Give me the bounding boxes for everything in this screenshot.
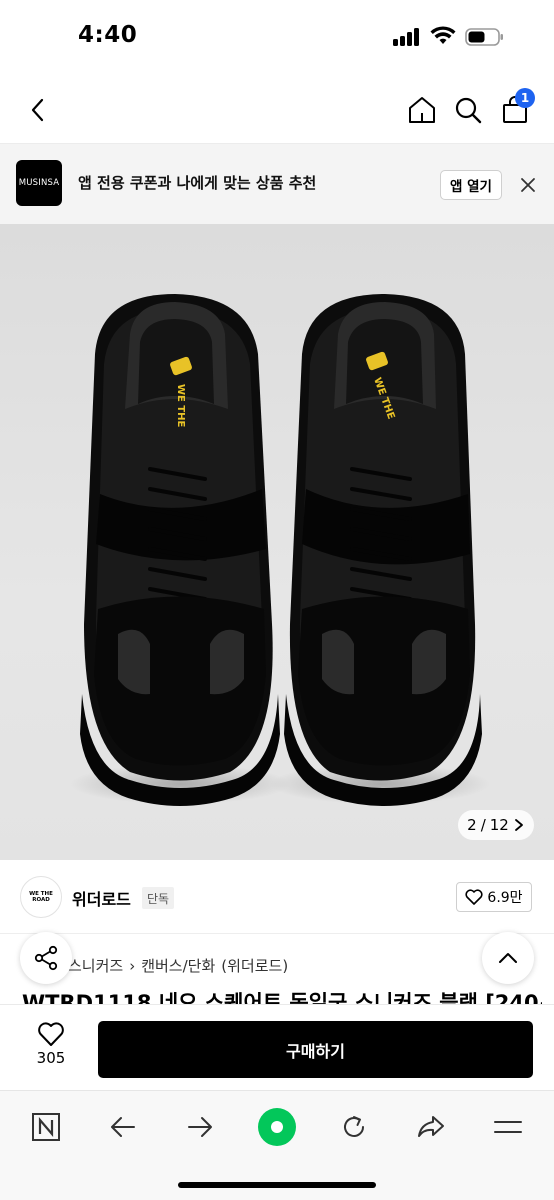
back-arrow-icon: [111, 1117, 135, 1137]
insole-text: WE THE: [175, 384, 186, 428]
breadcrumb-item-canvas[interactable]: 캔버스/단화: [141, 955, 215, 976]
heart-icon: [465, 889, 483, 905]
open-app-button[interactable]: 앱 열기: [440, 170, 502, 200]
image-separator: /: [480, 816, 486, 834]
wishlist-button[interactable]: 305: [22, 1021, 80, 1067]
green-dot-button[interactable]: [257, 1107, 297, 1147]
status-bar: 4:40: [0, 0, 554, 76]
forward-arrow-icon: [188, 1117, 212, 1137]
back-button[interactable]: [20, 92, 56, 128]
cart-button[interactable]: 1: [497, 88, 535, 128]
cart-count-badge: 1: [515, 88, 535, 108]
chevron-left-icon: [31, 98, 44, 122]
wishlist-count: 305: [36, 1049, 66, 1067]
naver-home-button[interactable]: [26, 1107, 66, 1147]
green-dot-icon: [258, 1108, 296, 1146]
product-photo-sneakers: WE THE WE THE: [70, 294, 490, 806]
breadcrumb-item-sneakers[interactable]: 스니커즈: [68, 955, 123, 976]
brand-name[interactable]: 위더로드: [72, 886, 131, 910]
search-icon: [455, 97, 482, 124]
brand-like-count: 6.9만: [487, 890, 523, 906]
browser-forward-button[interactable]: [180, 1107, 220, 1147]
browser-share-button[interactable]: [411, 1107, 451, 1147]
home-button[interactable]: [404, 92, 440, 128]
product-image-gallery[interactable]: WE THE WE THE: [0, 224, 554, 860]
share-arrow-icon: [418, 1116, 444, 1137]
share-icon: [34, 945, 58, 971]
refresh-button[interactable]: [334, 1107, 374, 1147]
heart-icon: [38, 1022, 64, 1046]
chevron-up-icon: [499, 953, 517, 963]
refresh-icon: [344, 1116, 364, 1137]
status-time: 4:40: [78, 22, 138, 48]
exclusive-badge: 단독: [142, 887, 175, 909]
app-promo-banner: MUSINSA 앱 전용 쿠폰과 나에게 맞는 상품 추천 앱 열기: [0, 144, 554, 224]
breadcrumb-separator-icon: ›: [129, 956, 136, 975]
wifi-icon: [430, 26, 456, 44]
share-button[interactable]: [20, 932, 72, 984]
top-navigation: 1: [0, 76, 554, 144]
image-total: 12: [489, 816, 509, 834]
home-indicator: [178, 1182, 376, 1188]
chevron-right-icon: [514, 819, 523, 831]
battery-icon: [465, 28, 503, 46]
buy-button[interactable]: 구매하기: [98, 1021, 533, 1078]
image-counter[interactable]: 2 / 12: [458, 810, 534, 840]
menu-icon: [494, 1121, 522, 1133]
scroll-to-top-button[interactable]: [482, 932, 534, 984]
brand-logo[interactable]: WE THE ROAD: [20, 876, 62, 918]
cellular-signal-icon: [393, 28, 423, 46]
breadcrumb-item-brand[interactable]: (위더로드): [221, 955, 288, 976]
banner-message: 앱 전용 쿠폰과 나에게 맞는 상품 추천: [78, 174, 317, 192]
browser-menu-button[interactable]: [488, 1107, 528, 1147]
musinsa-logo: MUSINSA: [16, 160, 62, 206]
brand-like-button[interactable]: 6.9만: [456, 882, 532, 912]
image-current: 2: [467, 816, 477, 834]
brand-row: WE THE ROAD 위더로드 단독 6.9만: [0, 860, 554, 934]
naver-n-icon: [32, 1113, 60, 1141]
home-icon: [409, 97, 435, 123]
purchase-bar: 305 구매하기: [0, 1004, 554, 1090]
search-button[interactable]: [450, 92, 486, 128]
close-icon[interactable]: [518, 175, 538, 195]
browser-back-button[interactable]: [103, 1107, 143, 1147]
